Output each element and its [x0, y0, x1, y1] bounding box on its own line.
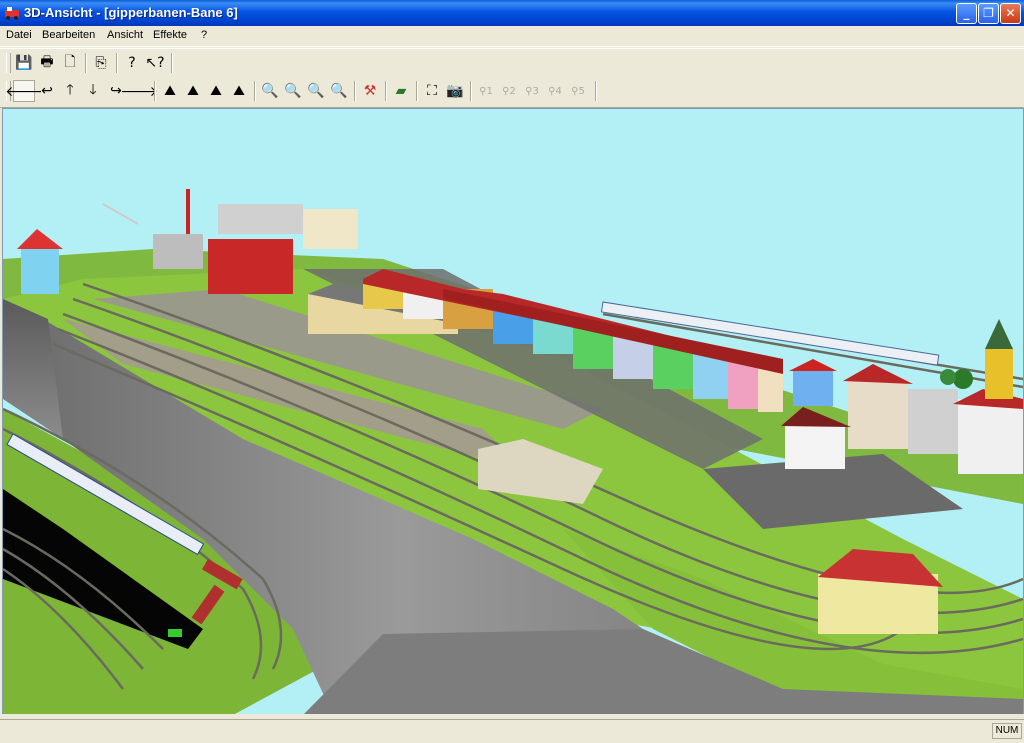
snapshot-icon: 📷 [446, 83, 464, 99]
menu-bar: Datei Bearbeiten Ansicht Effekte ? [0, 26, 1024, 47]
track-tool-button[interactable]: ⚒ [359, 80, 381, 102]
camera-tilt-right-icon: ⛰ [210, 83, 222, 99]
zoom-out-far-icon: 🔍 [261, 83, 279, 99]
view-1-button[interactable]: ⚲ 1 [475, 80, 497, 102]
print-button[interactable]: 🖶 [36, 52, 58, 74]
toolbar-grip[interactable] [6, 53, 11, 73]
camera-down-button[interactable]: ⛰ [228, 80, 250, 102]
fit-view-button[interactable]: ⛶ [421, 80, 443, 102]
help-button[interactable]: ? [121, 52, 143, 74]
toolbar-separator [254, 81, 256, 101]
turn-left-icon: ↩ [41, 83, 53, 99]
tripod-icon: ⚲ [479, 85, 487, 97]
save-icon: 💾 [15, 55, 33, 71]
context-help-icon: ↖? [145, 55, 165, 71]
status-bar: NUM [0, 719, 1024, 743]
model-railway-scene [3, 109, 1023, 715]
view-2-button[interactable]: ⚲ 2 [498, 80, 520, 102]
zoom-in-button[interactable]: 🔍 [305, 80, 327, 102]
restore-icon: ❐ [983, 6, 994, 20]
turn-left-button[interactable]: ↩ [36, 80, 58, 102]
move-back-button[interactable]: 🡓 [82, 80, 104, 102]
close-button[interactable]: ✕ [1000, 3, 1021, 24]
minimize-icon: _ [963, 6, 970, 20]
toolbar-separator [171, 53, 173, 73]
menu-effekte[interactable]: Effekte [153, 29, 187, 41]
context-help-button[interactable]: ↖? [144, 52, 166, 74]
view-2-label: 2 [509, 85, 516, 97]
view-5-button[interactable]: ⚲ 5 [567, 80, 589, 102]
arrow-up-icon: 🡑 [66, 82, 74, 98]
toolbar-separator [416, 81, 418, 101]
tripod-icon: ⚲ [502, 85, 510, 97]
menu-help[interactable]: ? [201, 29, 207, 41]
menu-bearbeiten[interactable]: Bearbeiten [42, 29, 95, 41]
view-3-label: 3 [532, 85, 539, 97]
white-house [785, 424, 845, 469]
3d-viewport[interactable] [2, 108, 1024, 716]
building [21, 249, 59, 294]
toolbar-separator [116, 53, 118, 73]
toolbar-separator [595, 81, 597, 101]
camera-tilt-up-icon: ⛰ [164, 83, 176, 99]
tripod-icon: ⚲ [571, 85, 579, 97]
num-lock-indicator: NUM [992, 723, 1022, 739]
title-bar: 3D-Ansicht - [gipperbanen-Bane 6] _ ❐ ✕ [0, 0, 1024, 26]
zoom-in-icon: 🔍 [307, 83, 325, 99]
view-3-button[interactable]: ⚲ 3 [521, 80, 543, 102]
track-tool-icon: ⚒ [363, 83, 377, 99]
copy-button[interactable]: ⎘ [90, 52, 112, 74]
factory [208, 239, 293, 294]
church-tower [985, 349, 1013, 399]
help-icon: ? [128, 55, 136, 71]
window-title: 3D-Ansicht - [gipperbanen-Bane 6] [24, 5, 238, 20]
menu-datei[interactable]: Datei [6, 29, 32, 41]
close-icon: ✕ [1005, 6, 1016, 20]
print-icon: 🖶 [40, 54, 54, 70]
landscape-icon: ▰ [395, 83, 407, 99]
camera-left-button[interactable]: ⛰ [182, 80, 204, 102]
view-1-label: 1 [486, 85, 493, 97]
camera-tilt-down-icon: ⛰ [233, 83, 245, 99]
camera-right-button[interactable]: ⛰ [205, 80, 227, 102]
view-5-label: 5 [578, 85, 585, 97]
view-toolbar: 🡐 ↩ 🡑 🡓 ↪ 🡒 ⛰ ⛰ ⛰ ⛰ 🔍 🔍 🔍 🔍 ⚒ ▰ ⛶ 📷 ⚲ 1 ⚲… [0, 77, 1024, 108]
tripod-icon: ⚲ [548, 85, 556, 97]
save-button[interactable]: 💾 [13, 52, 35, 74]
landscape-button[interactable]: ▰ [390, 80, 412, 102]
building [793, 371, 833, 406]
toolbar-separator [385, 81, 387, 101]
view-4-label: 4 [555, 85, 562, 97]
move-left-button[interactable]: 🡐 [5, 80, 43, 102]
fit-view-icon: ⛶ [427, 83, 437, 99]
move-forward-button[interactable]: 🡑 [59, 80, 81, 102]
view-4-button[interactable]: ⚲ 4 [544, 80, 566, 102]
minimize-button[interactable]: _ [956, 3, 977, 24]
zoom-out-icon: 🔍 [284, 83, 302, 99]
print-preview-icon: 🗋 [64, 54, 76, 70]
standard-toolbar: 💾 🖶 🗋 ⎘ ? ↖? [0, 48, 1024, 78]
toolbar-separator [354, 81, 356, 101]
zoom-in-far-icon: 🔍 [330, 83, 348, 99]
app-icon [5, 7, 19, 20]
toolbar-separator [154, 81, 156, 101]
move-right-button[interactable]: 🡒 [120, 80, 158, 102]
toolbar-separator [470, 81, 472, 101]
arrow-down-icon: 🡓 [89, 82, 97, 98]
arrow-right-icon: 🡒 [120, 83, 158, 100]
viewport-bottom-border [0, 714, 1024, 718]
tripod-icon: ⚲ [525, 85, 533, 97]
camera-tilt-left-icon: ⛰ [187, 83, 199, 99]
copy-icon: ⎘ [95, 55, 107, 71]
zoom-out-button[interactable]: 🔍 [282, 80, 304, 102]
camera-up-button[interactable]: ⛰ [159, 80, 181, 102]
maximize-button[interactable]: ❐ [978, 3, 999, 24]
toolbar-separator [85, 53, 87, 73]
print-preview-button[interactable]: 🗋 [59, 52, 81, 74]
menu-ansicht[interactable]: Ansicht [107, 29, 143, 41]
zoom-out-far-button[interactable]: 🔍 [259, 80, 281, 102]
zoom-in-far-button[interactable]: 🔍 [328, 80, 350, 102]
snapshot-button[interactable]: 📷 [444, 80, 466, 102]
